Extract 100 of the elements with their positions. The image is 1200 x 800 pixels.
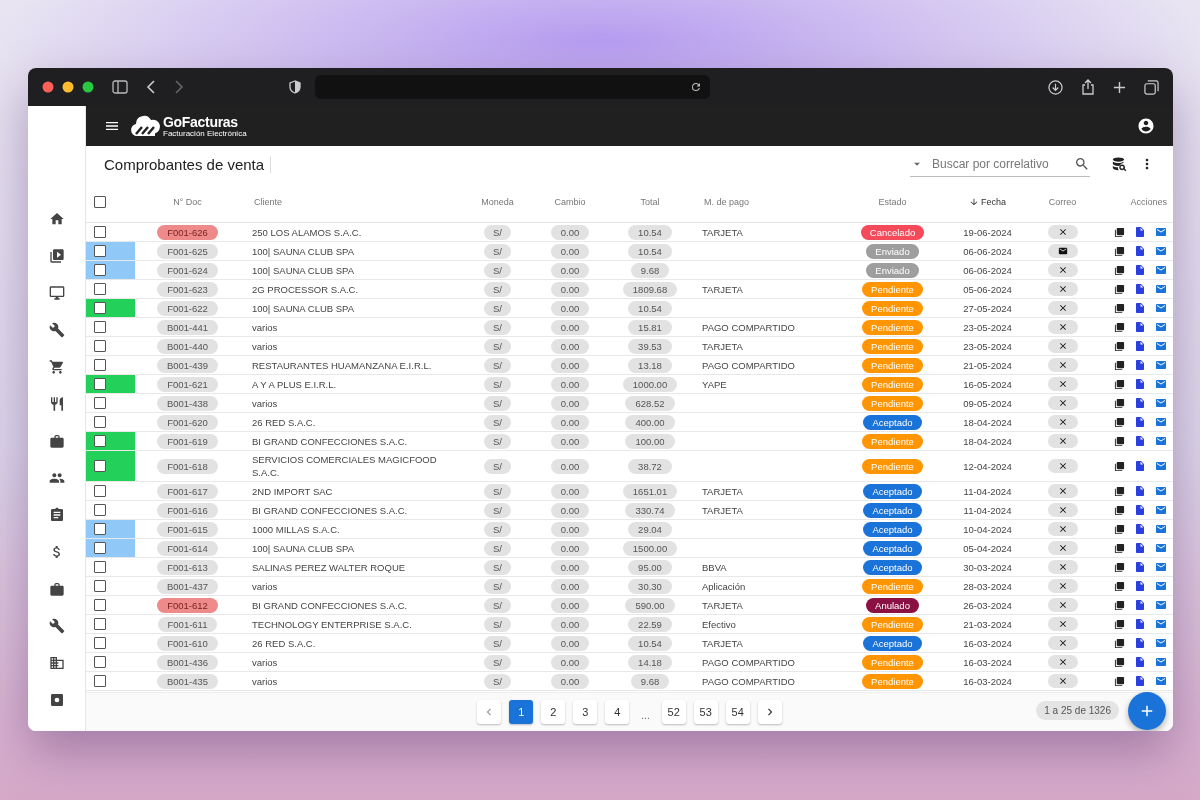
- column-header[interactable]: Estado: [878, 197, 907, 207]
- video-library-icon[interactable]: [48, 248, 65, 264]
- pdf-icon[interactable]: [1114, 542, 1125, 554]
- monitor-icon[interactable]: [48, 285, 65, 301]
- document-search-icon[interactable]: [1134, 416, 1146, 428]
- row-checkbox[interactable]: [94, 637, 106, 649]
- document-search-icon[interactable]: [1134, 599, 1146, 611]
- mail-icon[interactable]: [1155, 460, 1167, 472]
- page-button[interactable]: 54: [725, 700, 750, 724]
- new-tab-icon[interactable]: [1113, 80, 1126, 94]
- column-header[interactable]: Moneda: [481, 197, 514, 207]
- row-checkbox[interactable]: [94, 460, 106, 472]
- mail-icon[interactable]: [1155, 378, 1167, 390]
- column-header[interactable]: M. de pago: [704, 197, 750, 207]
- mail-icon[interactable]: [1155, 340, 1167, 352]
- row-checkbox[interactable]: [94, 359, 106, 371]
- back-icon[interactable]: [146, 80, 156, 94]
- pdf-icon[interactable]: [1114, 283, 1125, 295]
- column-header[interactable]: Acciones: [1130, 197, 1167, 207]
- pdf-icon[interactable]: [1114, 378, 1125, 390]
- row-checkbox[interactable]: [94, 504, 106, 516]
- mail-icon[interactable]: [1155, 561, 1167, 573]
- pdf-icon[interactable]: [1114, 416, 1125, 428]
- mail-icon[interactable]: [1155, 283, 1167, 295]
- mail-icon[interactable]: [1155, 542, 1167, 554]
- row-checkbox[interactable]: [94, 397, 106, 409]
- pdf-icon[interactable]: [1114, 321, 1125, 333]
- row-checkbox[interactable]: [94, 618, 106, 630]
- page-button[interactable]: 52: [661, 700, 686, 724]
- pdf-icon[interactable]: [1114, 618, 1125, 630]
- pdf-icon[interactable]: [1114, 397, 1125, 409]
- document-search-icon[interactable]: [1134, 378, 1146, 390]
- mail-icon[interactable]: [1155, 321, 1167, 333]
- building-icon[interactable]: [48, 655, 65, 671]
- column-header[interactable]: Fecha: [981, 197, 1006, 207]
- mail-icon[interactable]: [1155, 485, 1167, 497]
- settings-icon[interactable]: [48, 692, 65, 708]
- row-checkbox[interactable]: [94, 542, 106, 554]
- column-header[interactable]: N° Doc: [173, 197, 202, 207]
- mail-icon[interactable]: [1155, 359, 1167, 371]
- page-button[interactable]: 4: [605, 700, 630, 724]
- wrench-icon[interactable]: [48, 322, 65, 338]
- column-header[interactable]: Correo: [1048, 197, 1077, 207]
- pdf-icon[interactable]: [1114, 580, 1125, 592]
- row-checkbox[interactable]: [94, 435, 106, 447]
- mail-icon[interactable]: [1155, 245, 1167, 257]
- document-search-icon[interactable]: [1134, 504, 1146, 516]
- page-button[interactable]: 53: [693, 700, 718, 724]
- pdf-icon[interactable]: [1114, 523, 1125, 535]
- pdf-icon[interactable]: [1114, 637, 1125, 649]
- briefcase-icon[interactable]: [48, 433, 65, 449]
- row-checkbox[interactable]: [94, 561, 106, 573]
- download-icon[interactable]: [1048, 79, 1063, 95]
- tabs-overview-icon[interactable]: [1144, 79, 1159, 95]
- mail-icon[interactable]: [1155, 599, 1167, 611]
- row-checkbox[interactable]: [94, 226, 106, 238]
- wrench-icon[interactable]: [48, 618, 65, 634]
- window-controls-icon[interactable]: [42, 81, 94, 93]
- pdf-icon[interactable]: [1114, 561, 1125, 573]
- database-search-icon[interactable]: [1110, 155, 1127, 173]
- document-search-icon[interactable]: [1134, 485, 1146, 497]
- pdf-icon[interactable]: [1114, 340, 1125, 352]
- document-search-icon[interactable]: [1134, 675, 1146, 687]
- mail-icon[interactable]: [1155, 264, 1167, 276]
- row-checkbox[interactable]: [94, 485, 106, 497]
- pdf-icon[interactable]: [1114, 599, 1125, 611]
- cart-icon[interactable]: [48, 359, 65, 375]
- column-header[interactable]: Cambio: [554, 197, 586, 207]
- row-checkbox[interactable]: [94, 283, 106, 295]
- document-search-icon[interactable]: [1134, 580, 1146, 592]
- column-header[interactable]: Total: [640, 197, 660, 207]
- document-search-icon[interactable]: [1134, 340, 1146, 352]
- document-search-icon[interactable]: [1134, 359, 1146, 371]
- row-checkbox[interactable]: [94, 321, 106, 333]
- mail-icon[interactable]: [1155, 397, 1167, 409]
- account-icon[interactable]: [1137, 117, 1155, 135]
- sidebar-toggle-icon[interactable]: [112, 80, 128, 94]
- briefcase-icon[interactable]: [48, 581, 65, 597]
- row-checkbox[interactable]: [94, 580, 106, 592]
- mail-icon[interactable]: [1155, 523, 1167, 535]
- row-checkbox[interactable]: [94, 378, 106, 390]
- pdf-icon[interactable]: [1114, 460, 1125, 472]
- document-search-icon[interactable]: [1134, 561, 1146, 573]
- select-all-checkbox[interactable]: [94, 196, 106, 208]
- pdf-icon[interactable]: [1114, 485, 1125, 497]
- shield-icon[interactable]: [288, 80, 301, 94]
- row-checkbox[interactable]: [94, 523, 106, 535]
- mail-icon[interactable]: [1155, 302, 1167, 314]
- mail-icon[interactable]: [1155, 675, 1167, 687]
- document-search-icon[interactable]: [1134, 637, 1146, 649]
- pdf-icon[interactable]: [1114, 245, 1125, 257]
- page-button[interactable]: 1: [509, 700, 534, 724]
- mail-icon[interactable]: [1155, 435, 1167, 447]
- pdf-icon[interactable]: [1114, 302, 1125, 314]
- pdf-icon[interactable]: [1114, 359, 1125, 371]
- mail-icon[interactable]: [1155, 504, 1167, 516]
- pdf-icon[interactable]: [1114, 435, 1125, 447]
- document-search-icon[interactable]: [1134, 245, 1146, 257]
- document-search-icon[interactable]: [1134, 321, 1146, 333]
- row-checkbox[interactable]: [94, 675, 106, 687]
